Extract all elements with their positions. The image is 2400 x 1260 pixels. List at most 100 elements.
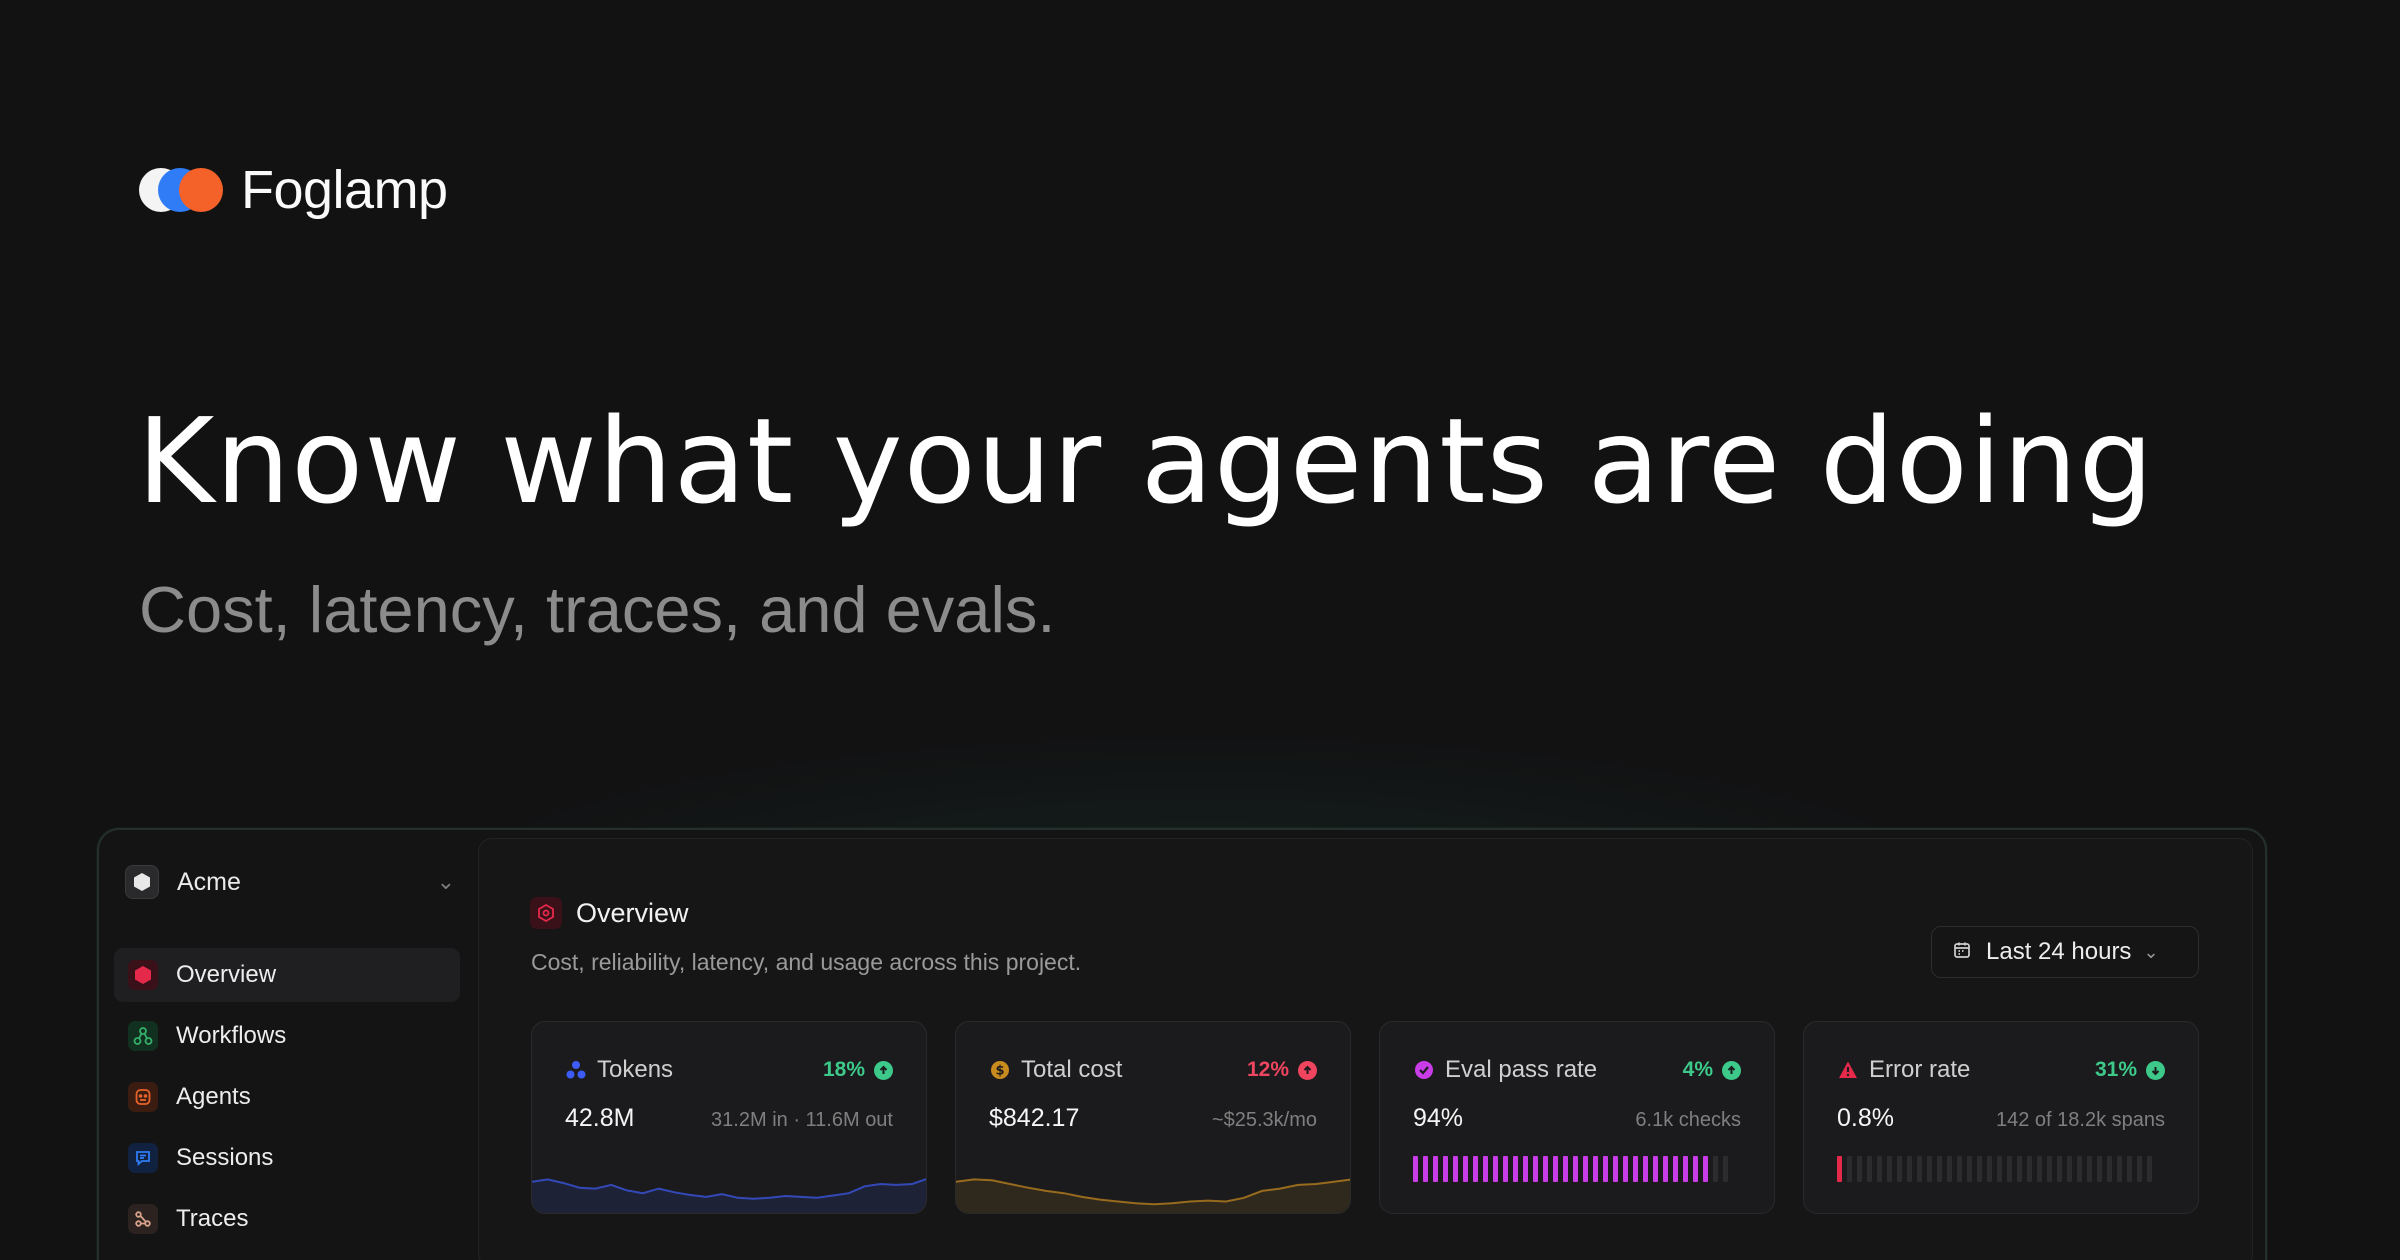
kpi-label: Error rate: [1869, 1056, 1971, 1083]
meter-segment: [2147, 1156, 2152, 1182]
meter-segment: [1897, 1156, 1902, 1182]
meter-segment: [1563, 1156, 1568, 1182]
meter-segment: [1593, 1156, 1598, 1182]
hero-subline: Cost, latency, traces, and evals.: [139, 573, 1056, 646]
kpi-value: 0.8%: [1837, 1104, 1894, 1132]
kpi-label: Total cost: [1021, 1056, 1123, 1083]
brand[interactable]: Foglamp: [139, 160, 448, 220]
kpi-label: Tokens: [597, 1056, 674, 1083]
sidebar-item-label: Sessions: [176, 1144, 274, 1171]
kpi-label: Eval pass rate: [1445, 1056, 1598, 1083]
meter-segment: [1977, 1156, 1982, 1182]
check-badge-icon: [1413, 1059, 1435, 1081]
meter-segment: [1957, 1156, 1962, 1182]
sidebar-item-traces[interactable]: Traces: [114, 1192, 460, 1246]
meter-segment: [1663, 1156, 1668, 1182]
brand-name: Foglamp: [241, 160, 448, 220]
kpi-value: $842.17: [989, 1104, 1080, 1132]
meter-segment: [1433, 1156, 1438, 1182]
meter-segment: [1453, 1156, 1458, 1182]
meter-segment: [1837, 1156, 1842, 1182]
kpi-meta: ~$25.3k/mo: [1211, 1109, 1317, 1131]
agent-icon: [128, 1082, 158, 1112]
org-switcher[interactable]: Acme ⌄: [125, 857, 455, 907]
kpi-card-eval-pass-rate[interactable]: Eval pass rate 4% 94% 6.1k checks: [1379, 1021, 1775, 1214]
meter-segment: [1907, 1156, 1912, 1182]
meter-segment: [1987, 1156, 1992, 1182]
sidebar-item-label: Traces: [176, 1205, 249, 1232]
chevron-down-icon: ⌄: [436, 869, 455, 894]
sidebar-item-label: Overview: [176, 961, 277, 988]
meter-segment: [1413, 1156, 1418, 1182]
meter-segment: [1713, 1156, 1718, 1182]
overview-icon: [128, 960, 158, 990]
meter-segment: [1493, 1156, 1498, 1182]
kpi-meta: 6.1k checks: [1635, 1109, 1741, 1131]
time-range-select[interactable]: Last 24 hours ⌄: [1931, 926, 2199, 978]
meter-segment: [2137, 1156, 2142, 1182]
meter-segment: [1653, 1156, 1658, 1182]
kpi-delta-value: 31%: [2094, 1058, 2137, 1081]
page-header: Overview: [530, 897, 689, 929]
meter-segment: [1613, 1156, 1618, 1182]
error-rate-bar-meter: [1837, 1156, 2152, 1182]
arrow-up-icon: [1722, 1060, 1741, 1080]
meter-segment: [2087, 1156, 2092, 1182]
meter-segment: [2017, 1156, 2022, 1182]
sidebar-item-sessions[interactable]: Sessions: [114, 1131, 460, 1185]
sidebar-item-workflows[interactable]: Workflows: [114, 1009, 460, 1063]
hexagon-icon: [125, 865, 159, 899]
warning-icon: [1837, 1059, 1859, 1081]
meter-segment: [2097, 1156, 2102, 1182]
sidebar-item-agents[interactable]: Agents: [114, 1070, 460, 1124]
meter-segment: [1937, 1156, 1942, 1182]
meter-segment: [2047, 1156, 2052, 1182]
kpi-value: 42.8M: [565, 1104, 635, 1132]
time-range-label: Last 24 hours: [1986, 938, 2132, 965]
meter-segment: [2067, 1156, 2072, 1182]
meter-segment: [1583, 1156, 1588, 1182]
meter-segment: [1947, 1156, 1952, 1182]
meter-segment: [1693, 1156, 1698, 1182]
meter-segment: [2027, 1156, 2032, 1182]
meter-segment: [1967, 1156, 1972, 1182]
kpi-value: 94%: [1413, 1104, 1464, 1132]
meter-segment: [1603, 1156, 1608, 1182]
sidebar-nav: Overview Workflows Agents Sessions Trace…: [114, 948, 460, 1253]
meter-segment: [1643, 1156, 1648, 1182]
kpi-card-error-rate[interactable]: Error rate 31% 0.8% 142 of 18.2k spans: [1803, 1021, 2199, 1214]
arrow-up-icon: [1298, 1060, 1317, 1080]
tokens-sparkline: [532, 1178, 926, 1213]
sidebar-item-label: Workflows: [176, 1022, 287, 1049]
kpi-delta-value: 4%: [1682, 1058, 1713, 1081]
tokens-icon: [565, 1059, 587, 1081]
svg-text:$: $: [995, 1064, 1004, 1079]
meter-segment: [2107, 1156, 2112, 1182]
meter-segment: [1887, 1156, 1892, 1182]
meter-segment: [1673, 1156, 1678, 1182]
hero-headline: Know what your agents are doing: [137, 392, 2155, 530]
kpi-delta-value: 12%: [1246, 1058, 1289, 1081]
meter-segment: [2057, 1156, 2062, 1182]
sessions-icon: [128, 1143, 158, 1173]
kpi-delta: 18%: [823, 1058, 893, 1082]
meter-segment: [1997, 1156, 2002, 1182]
kpi-card-total-cost[interactable]: $ Total cost 12% $842.17 ~$25.3k/mo: [955, 1021, 1351, 1214]
meter-segment: [1523, 1156, 1528, 1182]
meter-segment: [1857, 1156, 1862, 1182]
overview-icon: [530, 897, 562, 929]
meter-segment: [1623, 1156, 1628, 1182]
page-description: Cost, reliability, latency, and usage ac…: [531, 949, 1082, 975]
kpi-card-tokens[interactable]: Tokens 18% 42.8M 31.2M in · 11.6M out: [531, 1021, 927, 1214]
meter-segment: [1423, 1156, 1428, 1182]
kpi-delta: 12%: [1247, 1058, 1317, 1082]
meter-segment: [1473, 1156, 1478, 1182]
sidebar-item-overview[interactable]: Overview: [114, 948, 460, 1002]
cost-sparkline: [956, 1178, 1350, 1213]
meter-segment: [2117, 1156, 2122, 1182]
org-name: Acme: [177, 867, 241, 896]
workflow-icon: [128, 1021, 158, 1051]
meter-segment: [1927, 1156, 1932, 1182]
meter-segment: [1877, 1156, 1882, 1182]
kpi-delta: 4%: [1683, 1058, 1741, 1082]
